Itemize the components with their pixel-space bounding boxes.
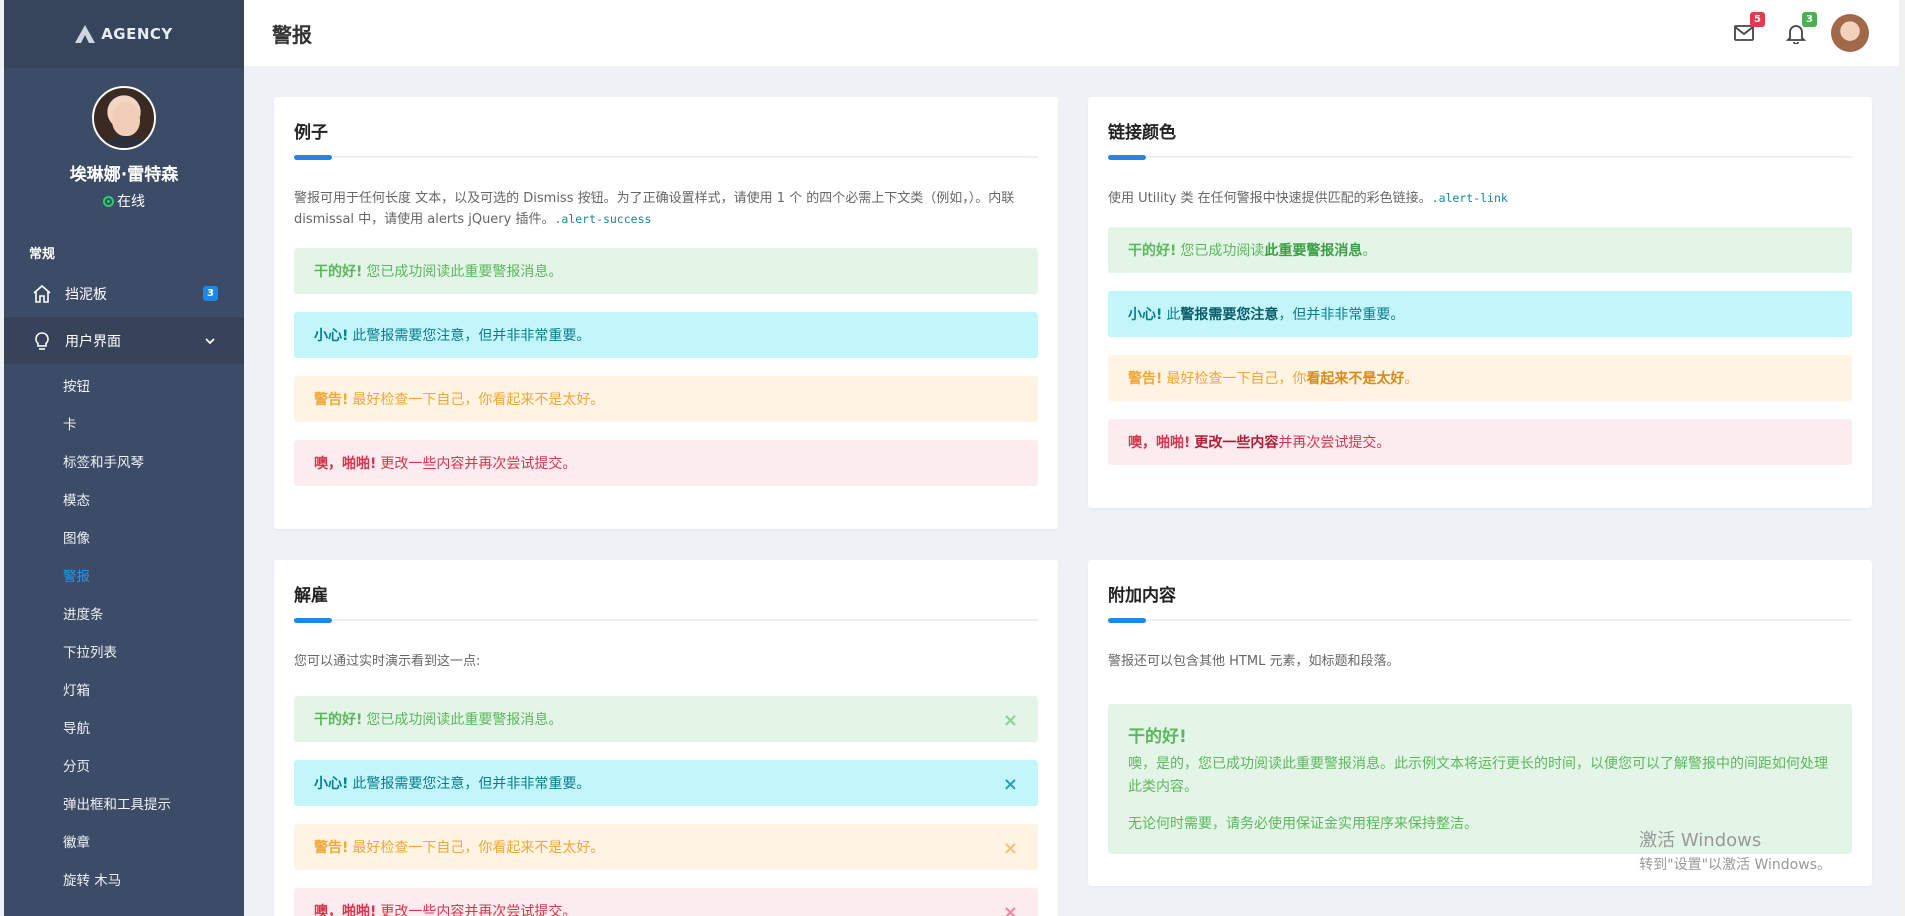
submenu-item[interactable]: 模态 — [4, 482, 244, 520]
home-icon — [31, 283, 53, 305]
user-name: 埃琳娜·雷特森 — [69, 165, 179, 185]
submenu-item[interactable]: 徽章 — [4, 824, 244, 862]
submenu-item[interactable]: 图像 — [4, 520, 244, 558]
watermark-line: 转到"设置"以激活 Windows。 — [1639, 857, 1831, 873]
ui-submenu: 按钮 卡 标签和手风琴 模态 图像 警报 进度条 下拉列表 灯箱 导航 分页 弹… — [4, 364, 244, 900]
alert-danger: 噢，啪啪!更改一些内容并再次尝试提交。 — [1108, 419, 1852, 465]
submenu-item[interactable]: 弹出框和工具提示 — [4, 786, 244, 824]
brand-name: AGENCY — [101, 25, 173, 43]
alert-info: 小心!此警报需要您注意，但并非非常重要。 — [294, 312, 1038, 358]
card-title: 附加内容 — [1108, 586, 1176, 606]
alert-success: 干的好!您已成功阅读此重要警报消息。 — [294, 248, 1038, 294]
close-icon[interactable]: × — [1003, 838, 1018, 859]
sidebar-item-ui[interactable]: 用户界面 — [4, 317, 244, 364]
card-divider — [294, 155, 1038, 160]
notifications-button[interactable]: 3 — [1785, 12, 1817, 46]
user-status: 在线 — [4, 191, 244, 211]
close-icon[interactable]: × — [1003, 902, 1018, 916]
alert-link[interactable]: 更改一些内容 — [1194, 432, 1278, 452]
link-colors-card: 链接颜色 使用 Utility 类 在任何警报中快速提供匹配的彩色链接。.ale… — [1088, 97, 1872, 508]
online-status-icon — [103, 195, 114, 207]
header-avatar[interactable] — [1831, 14, 1869, 52]
sidebar-item-label: 用户界面 — [65, 333, 121, 350]
card-description: 警报可用于任何长度 文本，以及可选的 Dismiss 按钮。为了正确设置样式，请… — [294, 191, 1015, 227]
alert-success-dismissible: 干的好! 您已成功阅读此重要警报消息。 × — [294, 696, 1038, 742]
alert-link[interactable]: 警报需要您注意 — [1180, 304, 1278, 324]
notifications-badge: 3 — [1802, 12, 1817, 27]
dashboard-badge: 3 — [203, 286, 218, 301]
submenu-item[interactable]: 导航 — [4, 710, 244, 748]
submenu-item[interactable]: 按钮 — [4, 368, 244, 406]
alert-info-dismissible: 小心! 此警报需要您注意，但并非非常重要。 × — [294, 760, 1038, 806]
card-description: 您可以通过实时演示看到这一点: — [294, 654, 481, 669]
submenu-item[interactable]: 卡 — [4, 406, 244, 444]
submenu-item[interactable]: 标签和手风琴 — [4, 444, 244, 482]
close-icon[interactable]: × — [1003, 710, 1018, 731]
page-scrollbar[interactable] — [1899, 0, 1905, 916]
card-description: 使用 Utility 类 在任何警报中快速提供匹配的彩色链接。.alert-li… — [1108, 191, 1508, 206]
watermark-line: 激活 Windows — [1639, 830, 1762, 851]
alert-heading: 干的好! — [1128, 727, 1187, 747]
submenu-item[interactable]: 进度条 — [4, 596, 244, 634]
dismiss-card: 解雇 您可以通过实时演示看到这一点: 干的好! 您已成功阅读此重要警报消息。 × 小… — [274, 560, 1058, 916]
user-profile: 埃琳娜·雷特森 在线 — [4, 68, 244, 211]
user-avatar[interactable] — [92, 86, 156, 150]
windows-activation-watermark: 激活 Windows 转到"设置"以激活 Windows。 — [1639, 826, 1831, 874]
examples-card: 例子 警报可用于任何长度 文本，以及可选的 Dismiss 按钮。为了正确设置样… — [274, 97, 1058, 529]
submenu-item[interactable]: 旋转 木马 — [4, 862, 244, 900]
submenu-item[interactable]: 分页 — [4, 748, 244, 786]
alert-link[interactable]: 此重要警报消息 — [1264, 240, 1362, 260]
card-divider — [294, 618, 1038, 623]
card-divider — [1108, 155, 1852, 160]
sidebar-item-label: 挡泥板 — [65, 286, 107, 303]
agency-logo-icon — [75, 25, 96, 43]
nav-section-label: 常规 — [29, 247, 56, 262]
submenu-item[interactable]: 下拉列表 — [4, 634, 244, 672]
alert-link[interactable]: 看起来不是太好 — [1306, 368, 1404, 388]
sidebar: AGENCY 埃琳娜·雷特森 在线 常规 挡泥板 3 用户界面 按钮 卡 标签和… — [4, 0, 244, 916]
alert-danger: 噢，啪啪!更改一些内容并再次尝试提交。 — [294, 440, 1038, 486]
sidebar-item-dashboard[interactable]: 挡泥板 3 — [4, 270, 244, 317]
top-bar: 警报 — [244, 0, 1905, 66]
card-description: 警报还可以包含其他 HTML 元素，如标题和段落。 — [1108, 654, 1400, 669]
mail-badge: 5 — [1750, 12, 1765, 27]
submenu-item-active[interactable]: 警报 — [4, 558, 244, 596]
page-title: 警报 — [272, 22, 312, 47]
alert-danger-dismissible: 噢，啪啪! 更改一些内容并再次尝试提交。 × — [294, 888, 1038, 916]
alert-paragraph: 噢，是的，您已成功阅读此重要警报消息。此示例文本将运行更长的时间，以便您可以了解… — [1128, 756, 1828, 795]
card-title: 链接颜色 — [1108, 123, 1176, 143]
card-divider — [1108, 618, 1852, 623]
alert-warning: 警告!最好检查一下自己，你看起来不是太好。 — [1108, 355, 1852, 401]
card-title: 解雇 — [294, 586, 328, 606]
alert-warning-dismissible: 警告! 最好检查一下自己，你看起来不是太好。 × — [294, 824, 1038, 870]
mail-button[interactable]: 5 — [1733, 12, 1765, 46]
alert-info: 小心!此警报需要您注意，但并非非常重要。 — [1108, 291, 1852, 337]
card-title: 例子 — [294, 123, 328, 143]
close-icon[interactable]: × — [1003, 774, 1018, 795]
brand-logo[interactable]: AGENCY — [4, 0, 244, 68]
chevron-down-icon — [205, 338, 215, 345]
submenu-item[interactable]: 灯箱 — [4, 672, 244, 710]
user-status-label: 在线 — [117, 194, 145, 210]
alert-warning: 警告!最好检查一下自己，你看起来不是太好。 — [294, 376, 1038, 422]
alert-success: 干的好!您已成功阅读此重要警报消息。 — [1108, 227, 1852, 273]
lightbulb-icon — [31, 330, 53, 352]
